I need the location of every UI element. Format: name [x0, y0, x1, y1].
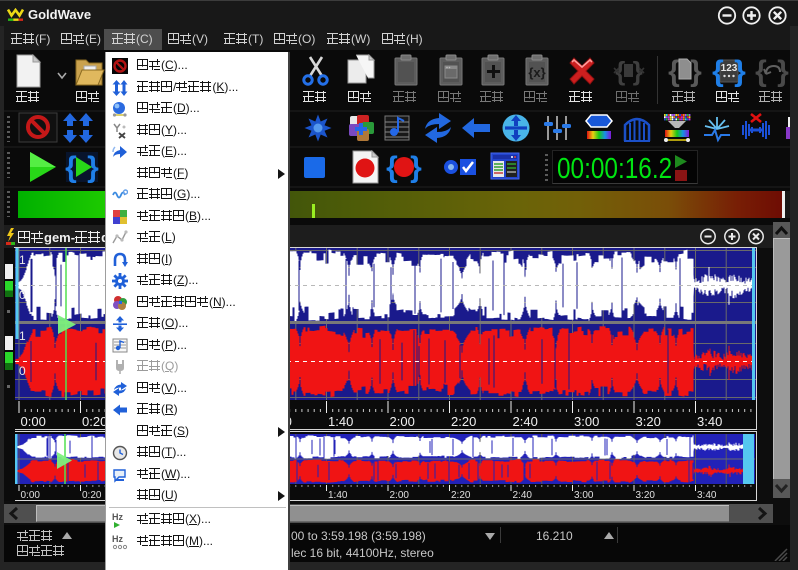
- svg-text:}: }: [690, 55, 702, 88]
- svg-text:{: {: [668, 55, 680, 88]
- svg-text:123: 123: [721, 63, 738, 74]
- svg-text:Hz: Hz: [112, 512, 123, 522]
- svg-text:Hz: Hz: [112, 534, 123, 544]
- svg-text:{: {: [65, 151, 77, 184]
- svg-text:{x}: {x}: [528, 65, 545, 80]
- svg-text:}: }: [777, 55, 789, 88]
